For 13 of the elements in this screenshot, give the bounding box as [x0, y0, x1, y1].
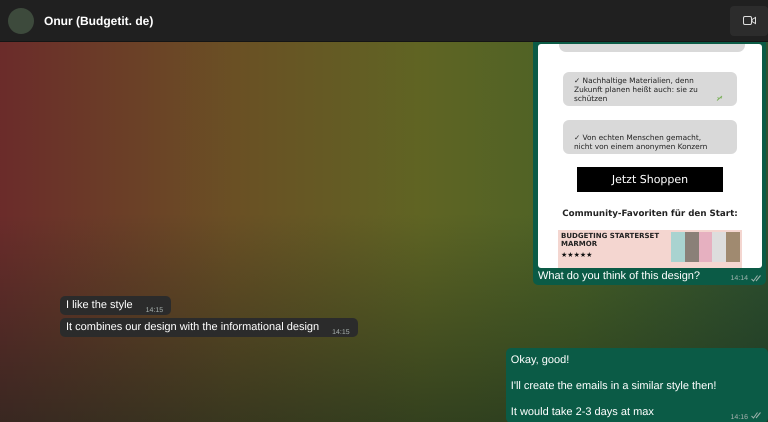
section-heading: Community-Favoriten für den Start:: [562, 208, 738, 219]
message-text: I'll create the emails in a similar style then!: [510, 380, 716, 393]
sprout-icon: [716, 94, 723, 101]
video-call-button[interactable]: [730, 6, 768, 36]
contact-name: Onur (Budgetit. de): [44, 14, 154, 28]
shop-now-button[interactable]: Jetzt Shoppen: [577, 166, 723, 192]
message-text: It combines our design with the informational design: [66, 321, 320, 334]
video-camera-icon: [742, 16, 756, 25]
message-caption: What do you think of this design?: [538, 270, 702, 282]
message-text: I like the style: [66, 299, 133, 312]
message-text: It would take 2-3 days at max: [510, 406, 655, 419]
product-photo: [671, 232, 740, 262]
message-text: Okay, good!: [510, 354, 570, 367]
